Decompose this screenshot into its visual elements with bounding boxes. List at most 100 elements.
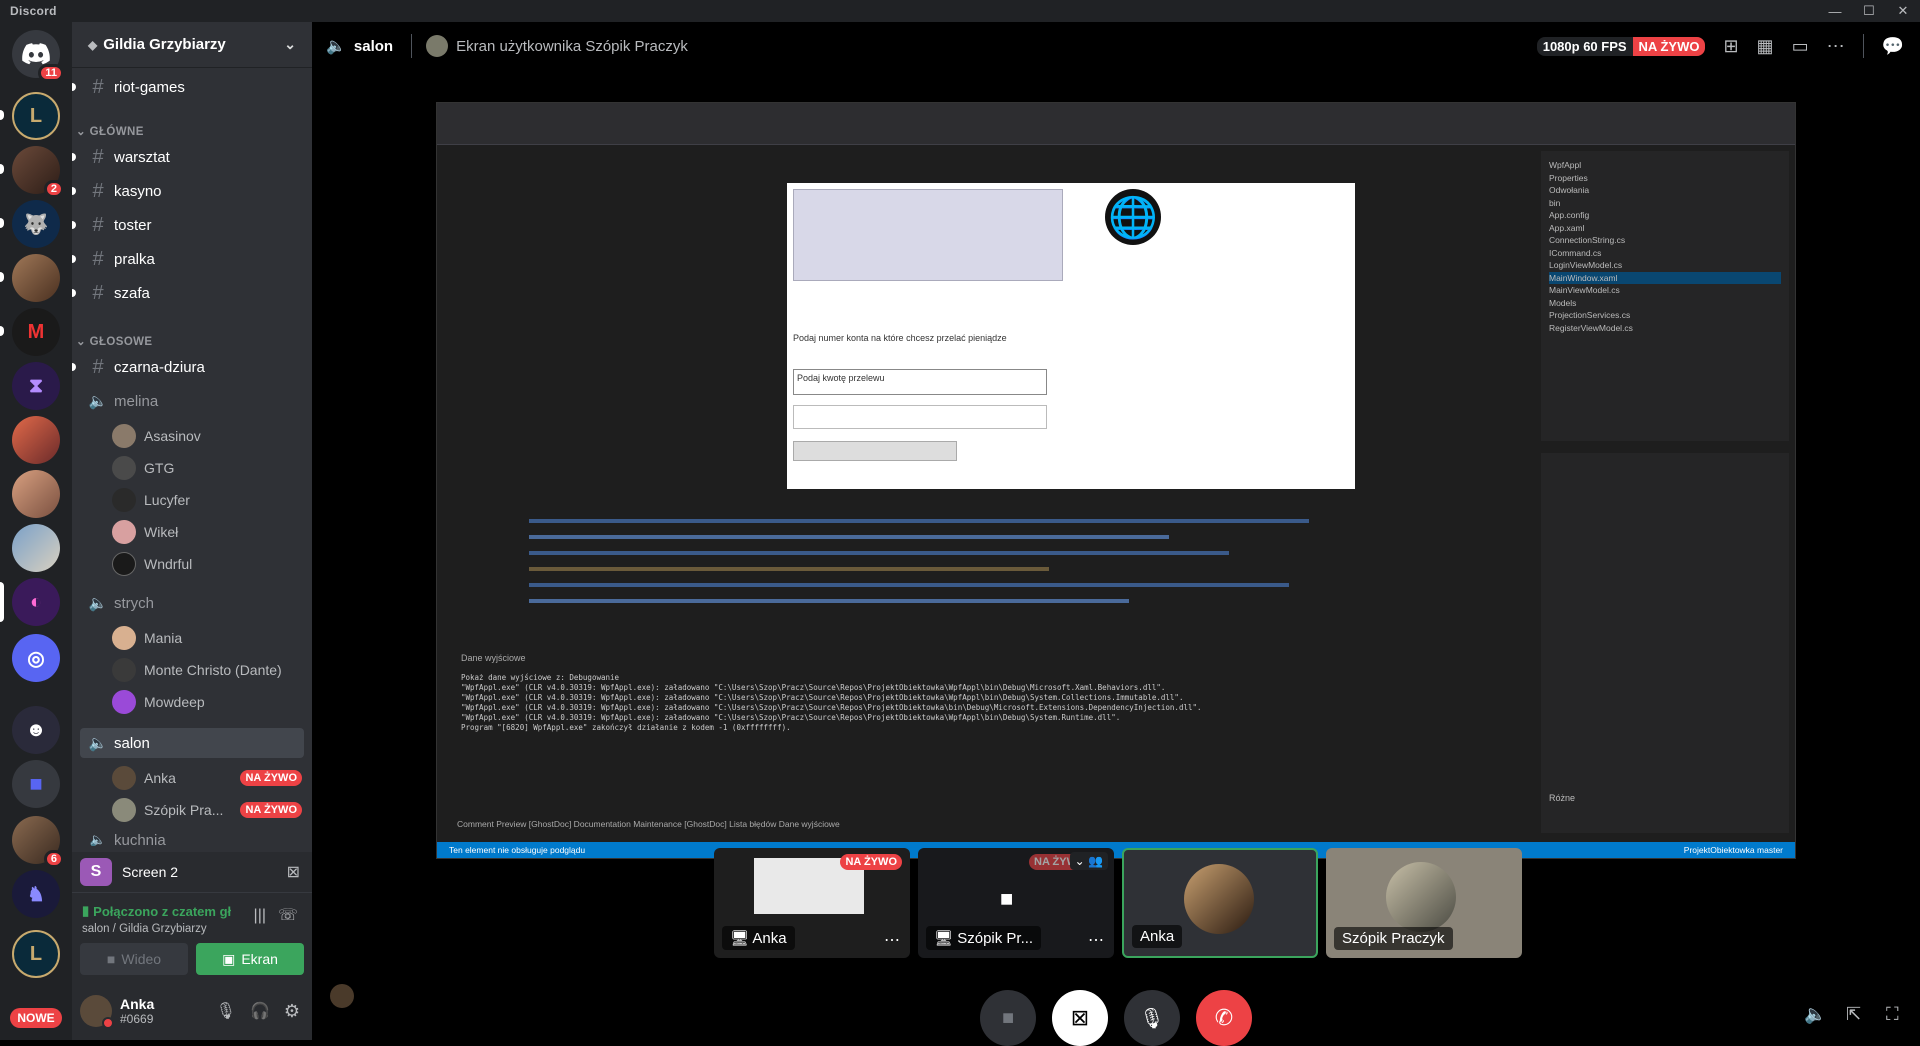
server-wolf[interactable]: 🐺	[0, 200, 60, 248]
server-12[interactable]: ☻	[12, 706, 60, 754]
server-4[interactable]	[0, 254, 60, 302]
fullscreen-icon[interactable]: ⛶	[1886, 1004, 1899, 1025]
headphones-icon[interactable]: 🎧	[250, 1001, 270, 1021]
channel-czarna-dziura[interactable]: # czarna-dziura	[72, 352, 304, 382]
server-avatar	[12, 524, 60, 572]
chevron-down-icon: ⌄	[284, 36, 296, 52]
voice-user[interactable]: Anka NA ŻYWO	[112, 764, 302, 792]
voice-channel-salon[interactable]: 🔈 salon	[80, 728, 304, 758]
voice-channel-strych[interactable]: 🔈 strych	[80, 588, 304, 618]
avatar[interactable]	[80, 995, 114, 1029]
camera-icon: ■	[106, 951, 116, 967]
add-activity-icon[interactable]: ⊞	[1723, 36, 1738, 57]
new-badge[interactable]: NOWE	[10, 1008, 62, 1028]
server-league-1[interactable]: L	[0, 92, 60, 140]
participant-tile-szopik[interactable]: Szópik Praczyk	[1326, 848, 1522, 958]
voice-user[interactable]: Wikeł	[112, 518, 302, 546]
server-avatar	[12, 470, 60, 518]
voice-user[interactable]: Lucyfer	[112, 486, 302, 514]
video-button[interactable]: ■ Wideo	[80, 943, 188, 975]
league-icon: L	[12, 92, 60, 140]
chevron-icon: ⌄	[76, 126, 90, 138]
avatar	[112, 658, 136, 682]
avatar	[112, 552, 136, 576]
vs-solution-explorer: WpfAppl Properties Odwołania bin App.con…	[1541, 151, 1789, 441]
microphone-icon[interactable]: 🎙	[216, 1001, 236, 1021]
channel-pralka[interactable]: # pralka	[72, 244, 304, 274]
voice-channel-melina[interactable]: 🔈 melina	[80, 386, 304, 416]
folder-icon[interactable]: ■	[12, 760, 60, 808]
avatar[interactable]	[330, 984, 354, 1008]
participant-tile[interactable]: NA ŻYWO 🖥 Anka ⋯	[714, 848, 910, 958]
channel-warsztat[interactable]: # warsztat	[72, 142, 304, 172]
server-avatar: ☻	[12, 706, 60, 754]
stop-screen-icon[interactable]: ⊠	[287, 862, 300, 882]
camera-button[interactable]: ■	[980, 990, 1036, 1046]
vs-bottom-tabs: Comment Preview [GhostDoc] Documentation…	[457, 819, 840, 829]
voice-user[interactable]: Mania	[112, 624, 302, 652]
server-header[interactable]: ◆ Gildia Grzybiarzy ⌄	[72, 22, 312, 68]
more-icon[interactable]: ⋯	[1827, 36, 1845, 57]
more-icon[interactable]: ⋯	[884, 930, 900, 950]
voice-user[interactable]: Szópik Pra... NA ŻYWO	[112, 796, 302, 824]
unread-badge: 2	[43, 180, 64, 198]
channel-riot-games[interactable]: # riot-games	[72, 72, 304, 102]
home-button[interactable]: 11	[12, 30, 64, 82]
voice-channel-cut[interactable]: 🔈 kuchnia	[80, 832, 304, 846]
participant-tile[interactable]: NA ŻYW ⌄ 👥 ■ 🖥 Szópik Pr... ⋯	[918, 848, 1114, 958]
close-icon[interactable]: ✕	[1886, 0, 1920, 22]
user-tag: #0669	[120, 1012, 154, 1026]
category-main[interactable]: ⌄ GŁÓWNE	[76, 124, 144, 138]
voice-user[interactable]: GTG	[112, 454, 302, 482]
voice-user[interactable]: Asasinov	[112, 422, 302, 450]
server-6[interactable]: ⧗	[12, 362, 60, 410]
server-7[interactable]	[12, 416, 60, 464]
people-icon[interactable]: ⌄ 👥	[1069, 852, 1108, 870]
participant-tile-anka[interactable]: Anka	[1122, 848, 1318, 958]
screen-share-icon: ⊠	[1070, 1005, 1090, 1030]
volume-icon[interactable]: 🔈	[1804, 1004, 1826, 1025]
server-11[interactable]: ◎	[12, 634, 60, 682]
channel-szafa[interactable]: # szafa	[72, 278, 304, 308]
more-icon[interactable]: ⋯	[1088, 930, 1104, 950]
voice-location[interactable]: salon / Gildia Grzybiarzy	[82, 923, 207, 935]
league-icon: L	[12, 930, 60, 978]
stream-title: Ekran użytkownika Szópik Praczyk	[456, 37, 688, 55]
chat-icon[interactable]: 💬	[1882, 36, 1904, 57]
server-league-2[interactable]: L	[12, 930, 60, 978]
camera-icon: ■	[1000, 886, 1014, 911]
voice-user[interactable]: Monte Christo (Dante)	[112, 656, 302, 684]
hangup-icon: ✆	[1214, 1005, 1234, 1030]
server-8[interactable]	[12, 470, 60, 518]
screen-button[interactable]: ▣ Ekran	[196, 943, 304, 975]
server-10[interactable]: ◐	[0, 578, 60, 626]
server-14[interactable]: ♞	[12, 870, 60, 918]
disconnect-icon[interactable]: ☏	[278, 905, 298, 925]
stream-topbar: 🔈 salon Ekran użytkownika Szópik Praczyk…	[312, 22, 1920, 70]
mute-button[interactable]: 🎙	[1124, 990, 1180, 1046]
grid-icon[interactable]: ▦	[1757, 36, 1774, 57]
maximize-icon[interactable]: ☐	[1852, 0, 1886, 22]
minimize-icon[interactable]: —	[1818, 0, 1852, 22]
voice-user[interactable]: Wndrful	[112, 550, 302, 578]
disconnect-button[interactable]: ✆	[1196, 990, 1252, 1046]
noise-suppression-icon[interactable]: |||	[254, 907, 266, 925]
speaker-icon: 🔈	[88, 595, 108, 612]
popout-icon[interactable]: ▭	[1792, 36, 1809, 57]
screen-share-bar: S Screen 2 ⊠	[72, 852, 312, 892]
tile-name: 🖥 Szópik Pr...	[926, 926, 1042, 950]
shared-screen[interactable]: 🌐 Podaj numer konta na które chcesz prze…	[436, 102, 1796, 859]
server-13[interactable]: 6	[12, 816, 64, 868]
category-voice[interactable]: ⌄ GŁOSOWE	[76, 334, 153, 348]
server-2[interactable]: 2	[0, 146, 64, 198]
popout-icon[interactable]: ⇱	[1846, 1004, 1861, 1025]
channel-kasyno[interactable]: # kasyno	[72, 176, 304, 206]
screen-share-button[interactable]: ⊠	[1052, 990, 1108, 1046]
voice-status[interactable]: Połączono z czatem gł	[93, 904, 231, 919]
channel-toster[interactable]: # toster	[72, 210, 304, 240]
folder-glyph-icon: ■	[12, 760, 60, 808]
voice-user[interactable]: Mowdeep	[112, 688, 302, 716]
server-5[interactable]: M	[0, 308, 60, 356]
gear-icon[interactable]: ⚙	[284, 1001, 300, 1022]
server-9[interactable]	[12, 524, 60, 572]
